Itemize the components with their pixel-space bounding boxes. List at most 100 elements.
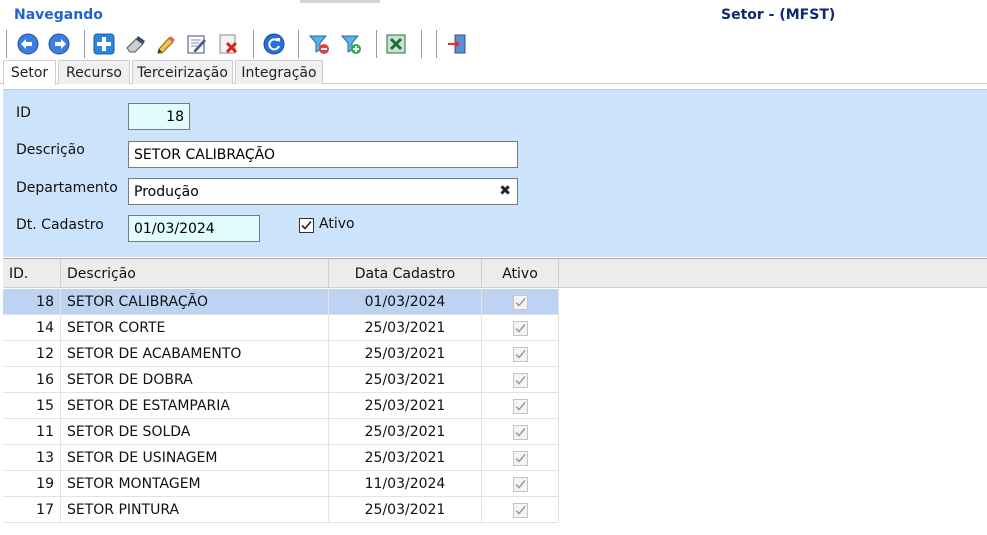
table-row[interactable]: 13 SETOR DE USINAGEM 25/03/2021 bbox=[3, 445, 559, 471]
column-header-id[interactable]: ID. bbox=[3, 259, 61, 288]
tab-terceirizacao[interactable]: Terceirização bbox=[132, 60, 233, 84]
tab-setor[interactable]: Setor bbox=[3, 60, 56, 85]
exit-button[interactable] bbox=[444, 31, 470, 57]
checkmark-icon bbox=[514, 401, 526, 411]
ativo-row-checkbox[interactable] bbox=[512, 320, 528, 336]
cell-ativo bbox=[482, 341, 559, 367]
departamento-value: Produção bbox=[134, 183, 199, 200]
cell-descricao: SETOR DE DOBRA bbox=[61, 367, 329, 393]
toolbar bbox=[0, 28, 987, 60]
descricao-label: Descrição bbox=[16, 142, 85, 158]
cell-data-cadastro: 01/03/2024 bbox=[329, 289, 482, 315]
edit-button[interactable] bbox=[153, 31, 179, 57]
cell-descricao: SETOR MONTAGEM bbox=[61, 471, 329, 497]
arrow-right-icon bbox=[48, 33, 70, 55]
table-row[interactable]: 15 SETOR DE ESTAMPARIA 25/03/2021 bbox=[3, 393, 559, 419]
edit-note-icon bbox=[187, 35, 206, 54]
cell-data-cadastro: 25/03/2021 bbox=[329, 419, 482, 445]
ativo-label: Ativo bbox=[319, 216, 355, 232]
cell-data-cadastro: 25/03/2021 bbox=[329, 315, 482, 341]
departamento-field[interactable]: Produção ✖ bbox=[128, 178, 518, 205]
form-panel: ID 18 Descrição SETOR CALIBRAÇÃO Departa… bbox=[3, 89, 987, 257]
cell-data-cadastro: 25/03/2021 bbox=[329, 367, 482, 393]
toolbar-separator bbox=[376, 30, 377, 58]
add-filter-button[interactable] bbox=[338, 31, 364, 57]
toolbar-separator bbox=[84, 30, 85, 58]
id-label: ID bbox=[16, 105, 31, 121]
clear-button[interactable] bbox=[122, 31, 148, 57]
cell-descricao: SETOR CORTE bbox=[61, 315, 329, 341]
ativo-row-checkbox[interactable] bbox=[512, 372, 528, 388]
id-field[interactable]: 18 bbox=[128, 103, 190, 130]
cell-id: 13 bbox=[3, 445, 61, 471]
cell-ativo bbox=[482, 445, 559, 471]
form-title: Setor - (MFST) bbox=[721, 7, 836, 23]
status-label: Navegando bbox=[14, 7, 103, 23]
dt-cadastro-field[interactable]: 01/03/2024 bbox=[128, 215, 260, 242]
checkmark-icon bbox=[514, 375, 526, 385]
ativo-row-checkbox[interactable] bbox=[512, 294, 528, 310]
cell-data-cadastro: 11/03/2024 bbox=[329, 471, 482, 497]
table-row[interactable]: 14 SETOR CORTE 25/03/2021 bbox=[3, 315, 559, 341]
column-header-descricao[interactable]: Descrição bbox=[61, 259, 329, 288]
next-button[interactable] bbox=[46, 31, 72, 57]
cell-data-cadastro: 25/03/2021 bbox=[329, 341, 482, 367]
title-bar: Navegando Setor - (MFST) bbox=[0, 0, 987, 28]
remove-filter-button[interactable] bbox=[306, 31, 332, 57]
ativo-checkbox[interactable] bbox=[299, 218, 314, 233]
ativo-row-checkbox[interactable] bbox=[512, 502, 528, 518]
cell-id: 16 bbox=[3, 367, 61, 393]
export-excel-button[interactable] bbox=[383, 31, 409, 57]
grid-header-filler bbox=[559, 259, 987, 288]
cell-id: 18 bbox=[3, 289, 61, 315]
add-button[interactable] bbox=[91, 31, 117, 57]
cell-descricao: SETOR DE ESTAMPARIA bbox=[61, 393, 329, 419]
toolbar-separator bbox=[253, 30, 254, 58]
checkmark-icon bbox=[514, 427, 526, 437]
cell-descricao: SETOR CALIBRAÇÃO bbox=[61, 289, 329, 315]
table-row[interactable]: 16 SETOR DE DOBRA 25/03/2021 bbox=[3, 367, 559, 393]
title-divider bbox=[300, 0, 380, 3]
eraser-icon bbox=[126, 36, 145, 53]
ativo-row-checkbox[interactable] bbox=[512, 424, 528, 440]
checkmark-icon bbox=[514, 297, 526, 307]
cell-descricao: SETOR DE SOLDA bbox=[61, 419, 329, 445]
cell-id: 19 bbox=[3, 471, 61, 497]
checkmark-icon bbox=[301, 220, 312, 230]
descricao-field[interactable]: SETOR CALIBRAÇÃO bbox=[128, 141, 518, 168]
data-grid: ID. Descrição Data Cadastro Ativo 18 SETO… bbox=[3, 258, 987, 535]
tab-bar: Setor Recurso Terceirização Integração bbox=[0, 60, 987, 85]
refresh-button[interactable] bbox=[261, 31, 287, 57]
ativo-row-checkbox[interactable] bbox=[512, 476, 528, 492]
exit-icon bbox=[448, 34, 466, 54]
cell-data-cadastro: 25/03/2021 bbox=[329, 393, 482, 419]
previous-button[interactable] bbox=[15, 31, 41, 57]
toolbar-separator bbox=[436, 30, 437, 58]
column-header-data-cadastro[interactable]: Data Cadastro bbox=[329, 259, 482, 288]
table-row[interactable]: 18 SETOR CALIBRAÇÃO 01/03/2024 bbox=[3, 289, 559, 315]
ativo-row-checkbox[interactable] bbox=[512, 398, 528, 414]
cell-data-cadastro: 25/03/2021 bbox=[329, 445, 482, 471]
column-header-ativo[interactable]: Ativo bbox=[482, 259, 559, 288]
ativo-row-checkbox[interactable] bbox=[512, 450, 528, 466]
ativo-row-checkbox[interactable] bbox=[512, 346, 528, 362]
table-row[interactable]: 17 SETOR PINTURA 25/03/2021 bbox=[3, 497, 559, 523]
tab-integracao[interactable]: Integração bbox=[235, 60, 323, 84]
delete-button[interactable] bbox=[216, 31, 242, 57]
table-row[interactable]: 12 SETOR DE ACABAMENTO 25/03/2021 bbox=[3, 341, 559, 367]
edit-record-button[interactable] bbox=[184, 31, 210, 57]
checkmark-icon bbox=[514, 505, 526, 515]
filter-remove-icon bbox=[308, 35, 329, 54]
cell-id: 11 bbox=[3, 419, 61, 445]
cell-descricao: SETOR DE ACABAMENTO bbox=[61, 341, 329, 367]
cell-id: 14 bbox=[3, 315, 61, 341]
clear-icon[interactable]: ✖ bbox=[499, 183, 511, 199]
table-row[interactable]: 19 SETOR MONTAGEM 11/03/2024 bbox=[3, 471, 559, 497]
arrow-left-icon bbox=[17, 33, 39, 55]
tab-recurso[interactable]: Recurso bbox=[58, 60, 130, 84]
cell-id: 17 bbox=[3, 497, 61, 523]
cell-ativo bbox=[482, 471, 559, 497]
refresh-icon bbox=[263, 33, 285, 55]
table-row[interactable]: 11 SETOR DE SOLDA 25/03/2021 bbox=[3, 419, 559, 445]
checkmark-icon bbox=[514, 349, 526, 359]
